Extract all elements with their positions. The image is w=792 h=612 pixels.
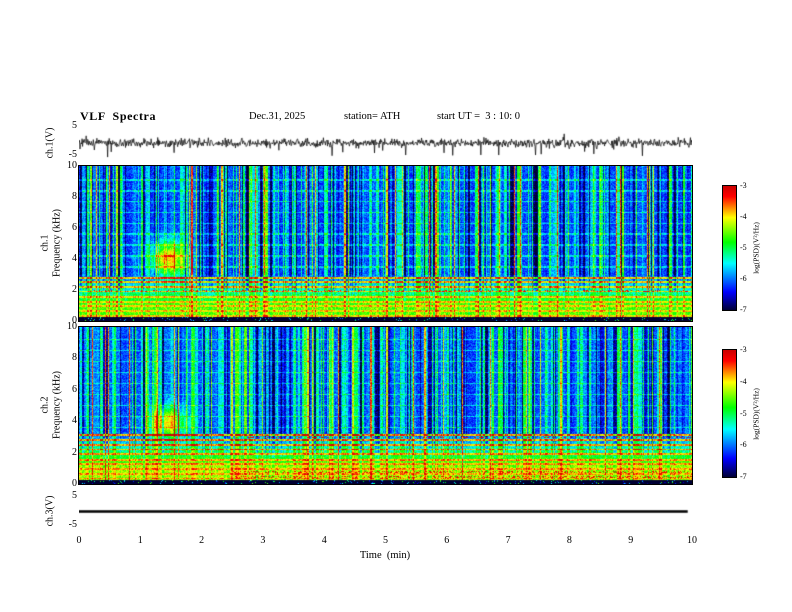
tick-label: 2: [199, 535, 205, 546]
tick-label: 6: [444, 535, 450, 546]
ch1-spectrogram: [78, 165, 693, 322]
tick-label: 8: [566, 535, 572, 546]
tick-label: 10: [67, 321, 77, 332]
tick-label: 5: [72, 120, 77, 131]
tick-label: -6: [740, 274, 747, 283]
tick-label: -6: [740, 440, 747, 450]
ch1-waveform-plot: [79, 124, 692, 162]
tick-label: 2: [72, 446, 77, 458]
colorbar-2: [722, 349, 737, 478]
tick-label: 10: [67, 160, 77, 171]
tick-label: -3: [740, 181, 747, 190]
tick-label: 7: [505, 535, 511, 546]
tick-label: -4: [740, 376, 747, 386]
tick-label: 9: [628, 535, 634, 546]
tick-label: 2: [72, 284, 77, 295]
tick-label: 3: [260, 535, 266, 546]
tick-label: -5: [740, 243, 747, 252]
tick-label: 4: [72, 253, 77, 264]
station-label: station= ATH: [344, 111, 401, 122]
time-axis-label: Time (min): [359, 550, 411, 561]
tick-label: 1: [137, 535, 143, 546]
tick-label: 6: [72, 222, 77, 233]
tick-label: 10: [687, 535, 697, 546]
tick-label: 0: [76, 535, 82, 546]
date-label: Dec.31, 2025: [249, 111, 306, 122]
tick-label: -5: [740, 408, 747, 418]
colorbar-1: [722, 185, 737, 311]
axis-label-line: ch.2: [39, 396, 51, 414]
tick-label: 4: [72, 415, 77, 427]
ch2-frequency-axis-label: ch.2 Frequency (kHz): [40, 371, 63, 439]
start-ut-label: start UT = 3 : 10: 0: [437, 111, 521, 122]
tick-label: -4: [740, 212, 747, 221]
tick-label: -3: [740, 345, 747, 354]
colorbar1-label: log(PSD)(V²/Hz): [751, 222, 761, 274]
tick-label: 4: [321, 535, 327, 546]
tick-label: -7: [740, 472, 747, 481]
colorbar2-label: log(PSD)(V²/Hz): [751, 388, 761, 440]
tick-label: 0: [72, 478, 77, 489]
axis-label-line: Frequency (kHz): [51, 208, 62, 278]
tick-label: -5: [68, 149, 77, 160]
tick-label: 5: [383, 535, 388, 546]
tick-label: 8: [72, 191, 77, 202]
ch3-waveform-plot: [79, 489, 692, 534]
plot-title: VLF Spectra: [80, 109, 157, 123]
tick-label: 5: [72, 490, 77, 501]
tick-label: 8: [72, 352, 77, 364]
tick-label: 6: [72, 383, 77, 395]
ch2-spectrogram: [78, 326, 693, 485]
ch1-frequency-axis-label: ch.1 Frequency (kHz): [40, 209, 63, 277]
axis-label-line: ch.1: [39, 234, 51, 252]
vlf-spectra-figure: VLF Spectra Dec.31, 2025 station= ATH st…: [0, 0, 792, 612]
tick-label: -7: [740, 305, 747, 314]
tick-label: -5: [68, 519, 77, 530]
axis-label-line: Frequency (kHz): [51, 370, 62, 440]
